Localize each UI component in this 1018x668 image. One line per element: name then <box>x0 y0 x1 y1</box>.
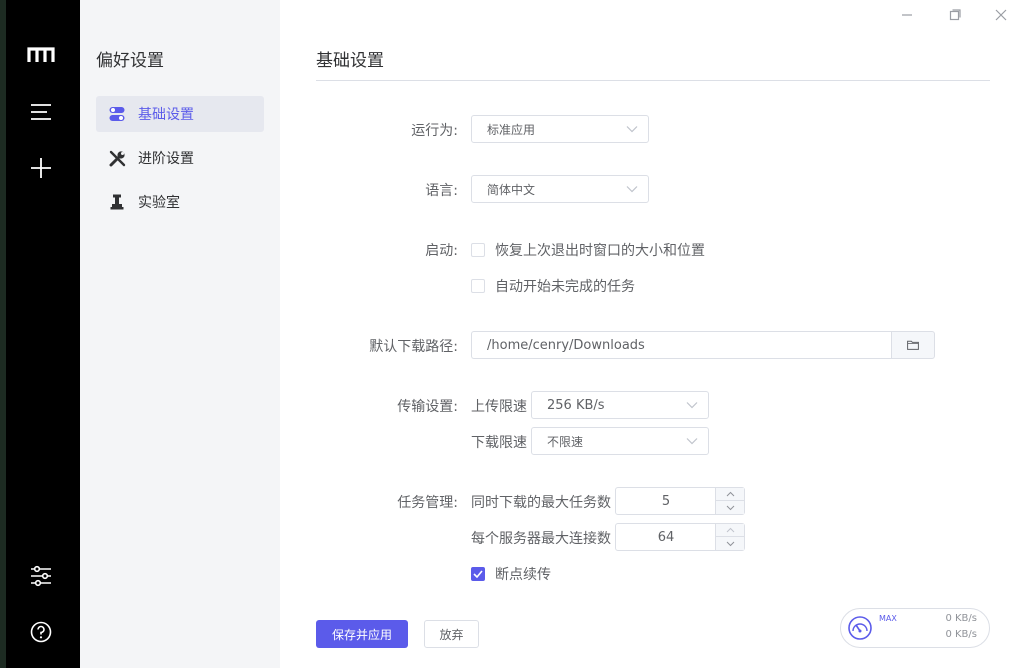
max-tasks-stepper[interactable]: 5 <box>615 487 745 515</box>
sidebar-title: 偏好设置 <box>96 51 164 71</box>
checkbox-box[interactable] <box>471 567 485 581</box>
page-title: 基础设置 <box>316 51 384 71</box>
run-as-label: 运行为: <box>411 123 458 139</box>
increment-button[interactable] <box>716 524 745 537</box>
settings-sliders-icon[interactable] <box>26 561 56 591</box>
gauge-icon <box>848 616 872 640</box>
minimize-icon[interactable] <box>896 4 918 26</box>
decrement-button[interactable] <box>716 501 745 514</box>
sidebar-item-label: 基础设置 <box>138 107 194 123</box>
transfer-label: 传输设置: <box>397 399 458 415</box>
increment-button[interactable] <box>716 488 745 501</box>
chevron-down-icon <box>626 186 638 193</box>
folder-icon <box>907 340 919 350</box>
task-management-label: 任务管理: <box>397 495 458 511</box>
sidebar-item-label: 进阶设置 <box>138 151 194 167</box>
checkbox-label: 断点续传 <box>495 567 551 583</box>
resume-checkbox[interactable]: 断点续传 <box>471 564 551 584</box>
upload-limit-select[interactable]: 256 KB/s <box>531 391 709 419</box>
speed-max-label: MAX <box>879 614 897 623</box>
checkbox-label: 自动开始未完成的任务 <box>495 279 635 295</box>
max-connections-label: 每个服务器最大连接数 <box>471 531 611 547</box>
stepper-arrows <box>715 488 745 514</box>
language-select[interactable]: 简体中文 <box>471 175 649 203</box>
menu-icon[interactable] <box>26 97 56 127</box>
language-value: 简体中文 <box>487 182 536 197</box>
maximize-icon[interactable] <box>944 4 966 26</box>
run-as-select[interactable]: 标准应用 <box>471 115 649 143</box>
add-icon[interactable] <box>26 153 56 183</box>
download-limit-select[interactable]: 不限速 <box>531 427 709 455</box>
chevron-up-icon <box>726 527 735 533</box>
chevron-down-icon <box>726 505 735 510</box>
download-path-value: /home/cenry/Downloads <box>487 337 645 353</box>
max-tasks-value[interactable]: 5 <box>616 488 716 514</box>
save-apply-button[interactable]: 保存并应用 <box>316 620 408 648</box>
language-label: 语言: <box>425 183 458 199</box>
sidebar-item-label: 实验室 <box>138 195 180 211</box>
max-connections-stepper[interactable]: 64 <box>615 523 745 551</box>
download-path-input[interactable]: /home/cenry/Downloads <box>471 331 892 359</box>
discard-button[interactable]: 放弃 <box>424 620 479 648</box>
sidebar-item-basic[interactable]: 基础设置 <box>96 96 264 132</box>
help-icon[interactable] <box>26 617 56 647</box>
restore-window-checkbox[interactable]: 恢复上次退出时窗口的大小和位置 <box>471 240 705 260</box>
browse-folder-button[interactable] <box>891 331 935 359</box>
max-connections-value[interactable]: 64 <box>616 524 716 550</box>
stepper-arrows <box>715 524 745 550</box>
max-tasks-label: 同时下载的最大任务数 <box>471 495 611 511</box>
decrement-button[interactable] <box>716 537 745 550</box>
chevron-down-icon <box>626 126 638 133</box>
sidebar-item-advanced[interactable]: 进阶设置 <box>96 140 264 176</box>
lab-icon <box>108 193 126 211</box>
preferences-sidebar: 偏好设置 基础设置 进阶设置 实验室 <box>80 0 280 668</box>
chevron-up-icon <box>726 491 735 497</box>
run-as-value: 标准应用 <box>487 122 536 137</box>
download-path-label: 默认下载路径: <box>369 339 458 355</box>
checkbox-box[interactable] <box>471 279 485 293</box>
chevron-down-icon <box>686 402 698 409</box>
download-speed: 0 KB/s <box>945 629 977 640</box>
chevron-down-icon <box>726 541 735 546</box>
title-divider <box>316 80 990 81</box>
upload-speed: 0 KB/s <box>945 613 977 624</box>
speedometer[interactable]: MAX 0 KB/s 0 KB/s <box>840 608 990 648</box>
download-limit-label: 下载限速 <box>471 435 527 451</box>
close-icon[interactable] <box>990 4 1012 26</box>
download-limit-value: 不限速 <box>547 434 584 449</box>
auto-resume-checkbox[interactable]: 自动开始未完成的任务 <box>471 276 635 296</box>
chevron-down-icon <box>686 438 698 445</box>
tools-icon <box>108 149 126 167</box>
sidebar-item-lab[interactable]: 实验室 <box>96 184 264 220</box>
app-nav-bar <box>0 0 80 668</box>
nav-edge <box>0 0 6 668</box>
upload-limit-value: 256 KB/s <box>547 397 605 413</box>
logo-icon[interactable] <box>26 40 56 70</box>
upload-limit-label: 上传限速 <box>471 399 527 415</box>
toggle-icon <box>108 105 126 123</box>
checkbox-box[interactable] <box>471 243 485 257</box>
checkbox-label: 恢复上次退出时窗口的大小和位置 <box>495 243 705 259</box>
startup-label: 启动: <box>425 243 458 259</box>
check-icon <box>473 570 483 578</box>
